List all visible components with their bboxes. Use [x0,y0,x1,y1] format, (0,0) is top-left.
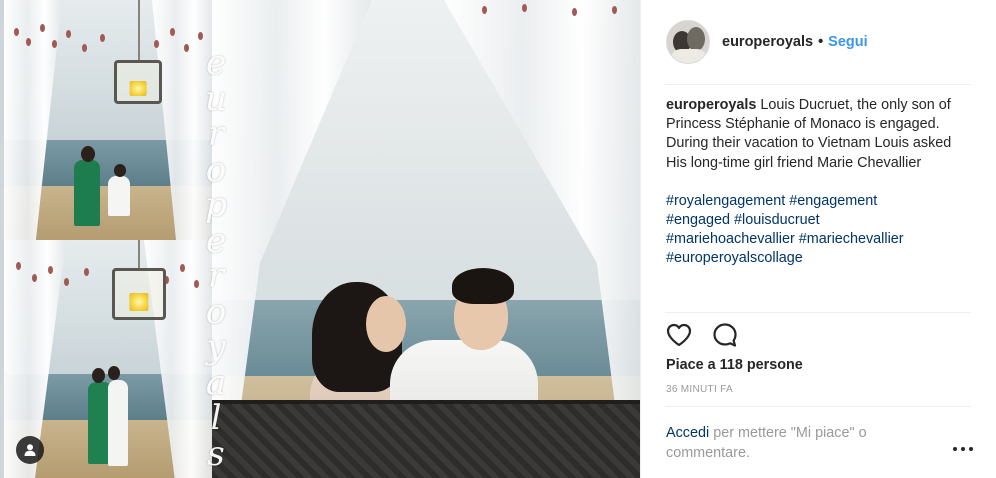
login-link[interactable]: Accedi [666,425,709,441]
heart-icon [666,323,692,347]
hashtag-line[interactable]: #mariehoachevallier #mariechevallier [666,230,976,249]
hashtag-list: #royalengagement #engagement #engaged #l… [666,192,976,269]
post-header: europeroyals • Segui [641,0,996,84]
post-timestamp[interactable]: 36 MINUTI FA [666,384,733,395]
header-username-link[interactable]: europeroyals [722,34,813,50]
post-caption: europeroyals Louis Ducruet, the only son… [666,96,976,269]
comment-button[interactable] [711,321,739,349]
divider [665,312,971,313]
collage-panel-proposal [4,0,212,240]
like-button[interactable] [665,321,693,349]
follow-button[interactable]: Segui [828,34,867,50]
hashtag-line[interactable]: #engaged #louisducruet [666,211,976,230]
watermark-text: e u r o p e r o y a l s [205,43,227,474]
user-tag-button[interactable] [16,436,44,464]
action-bar [665,321,739,349]
collage-panel-couple [212,0,640,478]
avatar[interactable] [666,20,710,64]
divider [665,406,971,407]
caption-username-link[interactable]: europeroyals [666,97,756,113]
post-side-panel: europeroyals • Segui europeroyals Louis … [640,0,996,478]
more-options-icon[interactable] [953,442,973,456]
separator-dot: • [818,34,824,50]
hashtag-line[interactable]: #royalengagement #engagement [666,192,976,211]
comment-bubble-icon [713,323,737,347]
login-prompt: Accedi per mettere "Mi piace" o commenta… [666,424,916,463]
divider [665,84,971,85]
likes-count[interactable]: Piace a 118 persone [666,357,803,373]
post-photo[interactable]: e u r o p e r o y a l s [0,0,640,478]
hashtag-line[interactable]: #europeroyalscollage [666,249,976,268]
collage-panel-kiss [4,240,212,478]
person-icon [24,444,36,456]
